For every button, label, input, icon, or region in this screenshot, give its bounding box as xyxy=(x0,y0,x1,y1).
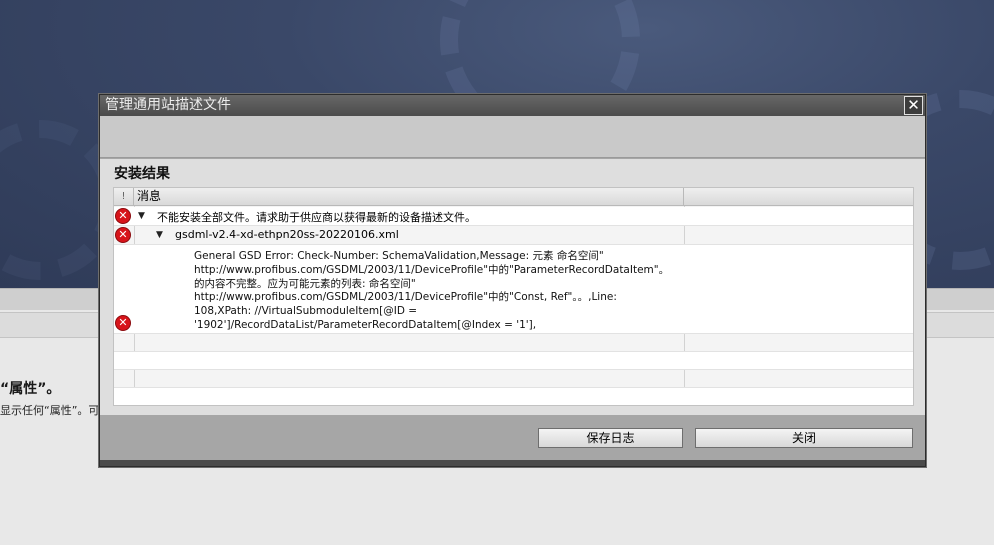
header-icon-column[interactable]: ! xyxy=(114,188,134,205)
table-row[interactable]: ✕ General GSD Error: Check-Number: Schem… xyxy=(114,245,913,334)
empty-row xyxy=(114,370,913,388)
manage-gsd-dialog: 管理通用站描述文件 ✕ 安装结果 ! 消息 ✕ ▼ 不能安装全部文件。请求助于供… xyxy=(99,94,926,467)
close-button[interactable]: 关闭 xyxy=(695,428,913,448)
dialog-top-panel xyxy=(100,116,925,158)
row-message: gsdml-v2.4-xd-ethpn20ss-20220106.xml xyxy=(175,228,399,241)
error-detail: General GSD Error: Check-Number: SchemaV… xyxy=(194,250,669,333)
detail-line: 的内容不完整。应为可能元素的列表: 命名空间" xyxy=(194,277,416,290)
error-icon: ✕ xyxy=(116,228,130,242)
header-extra-column[interactable] xyxy=(684,188,913,205)
detail-line: '1902']/RecordDataList/ParameterRecordDa… xyxy=(194,318,537,331)
dialog-titlebar[interactable]: 管理通用站描述文件 xyxy=(100,95,925,116)
section-title: 安装结果 xyxy=(114,166,170,182)
background-title: “属性”。 xyxy=(0,381,61,397)
row-message: 不能安装全部文件。请求助于供应商以获得最新的设备描述文件。 xyxy=(157,211,476,224)
detail-line: 108,XPath: //VirtualSubmoduleItem[@ID = xyxy=(194,305,418,318)
table-row[interactable]: ✕ ▼ 不能安装全部文件。请求助于供应商以获得最新的设备描述文件。 xyxy=(114,207,913,226)
close-icon[interactable]: ✕ xyxy=(904,96,923,115)
dialog-title: 管理通用站描述文件 xyxy=(105,97,231,113)
detail-line: http://www.profibus.com/GSDML/2003/11/De… xyxy=(194,291,617,304)
table-header: ! 消息 xyxy=(114,188,913,206)
dialog-footer: 保存日志 关闭 xyxy=(100,415,925,460)
empty-row xyxy=(114,388,913,405)
install-results-panel: 安装结果 ! 消息 ✕ ▼ 不能安装全部文件。请求助于供应商以获得最新的设备描述… xyxy=(100,159,925,415)
save-log-button[interactable]: 保存日志 xyxy=(538,428,683,448)
chevron-down-icon[interactable]: ▼ xyxy=(138,211,145,221)
chevron-down-icon[interactable]: ▼ xyxy=(156,230,163,240)
error-icon: ✕ xyxy=(116,316,130,330)
empty-row xyxy=(114,352,913,370)
detail-line: General GSD Error: Check-Number: SchemaV… xyxy=(194,250,604,262)
empty-row xyxy=(114,334,913,352)
dialog-bottom-strip xyxy=(100,460,925,466)
background-text: 显示任何“属性”。可能 xyxy=(0,404,111,417)
results-table: ! 消息 ✕ ▼ 不能安装全部文件。请求助于供应商以获得最新的设备描述文件。 ✕… xyxy=(113,187,914,406)
detail-line: http://www.profibus.com/GSDML/2003/11/De… xyxy=(194,263,670,276)
error-icon: ✕ xyxy=(116,209,130,223)
table-row[interactable]: ✕ ▼ gsdml-v2.4-xd-ethpn20ss-20220106.xml xyxy=(114,226,913,245)
header-message-column[interactable]: 消息 xyxy=(134,188,684,205)
